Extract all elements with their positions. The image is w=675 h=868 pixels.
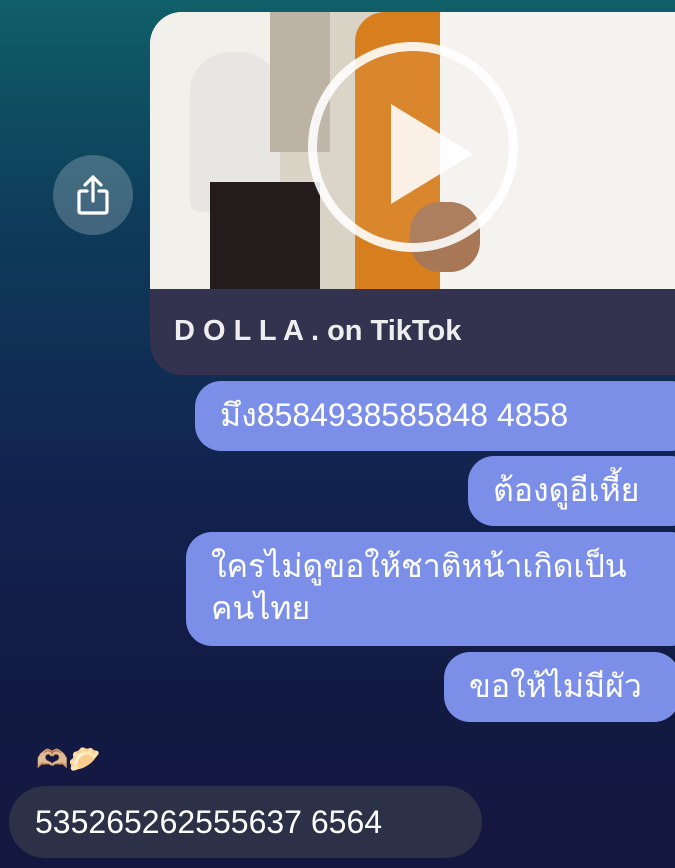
outgoing-message[interactable]: ใครไม่ดูขอให้ชาติหน้าเกิดเป็นคนไทย: [186, 532, 675, 646]
incoming-message[interactable]: 535265262555637 6564: [9, 786, 482, 858]
outgoing-message[interactable]: ต้องดูอีเหี้ย: [468, 456, 675, 526]
outgoing-message[interactable]: ขอให้ไม่มีผัว: [444, 652, 675, 722]
tiktok-link-preview[interactable]: D O L L A . on TikTok: [150, 12, 675, 375]
link-title: D O L L A . on TikTok: [174, 315, 462, 347]
share-icon: [77, 175, 109, 215]
play-button[interactable]: [308, 42, 518, 252]
video-thumbnail[interactable]: [150, 12, 675, 289]
play-icon: [391, 104, 473, 204]
thumb-dark-pants: [210, 182, 320, 289]
message-reactions: 🫶🏼🥟: [36, 744, 101, 774]
share-button[interactable]: [53, 155, 133, 235]
outgoing-message[interactable]: มึง8584938585848 4858: [195, 381, 675, 451]
